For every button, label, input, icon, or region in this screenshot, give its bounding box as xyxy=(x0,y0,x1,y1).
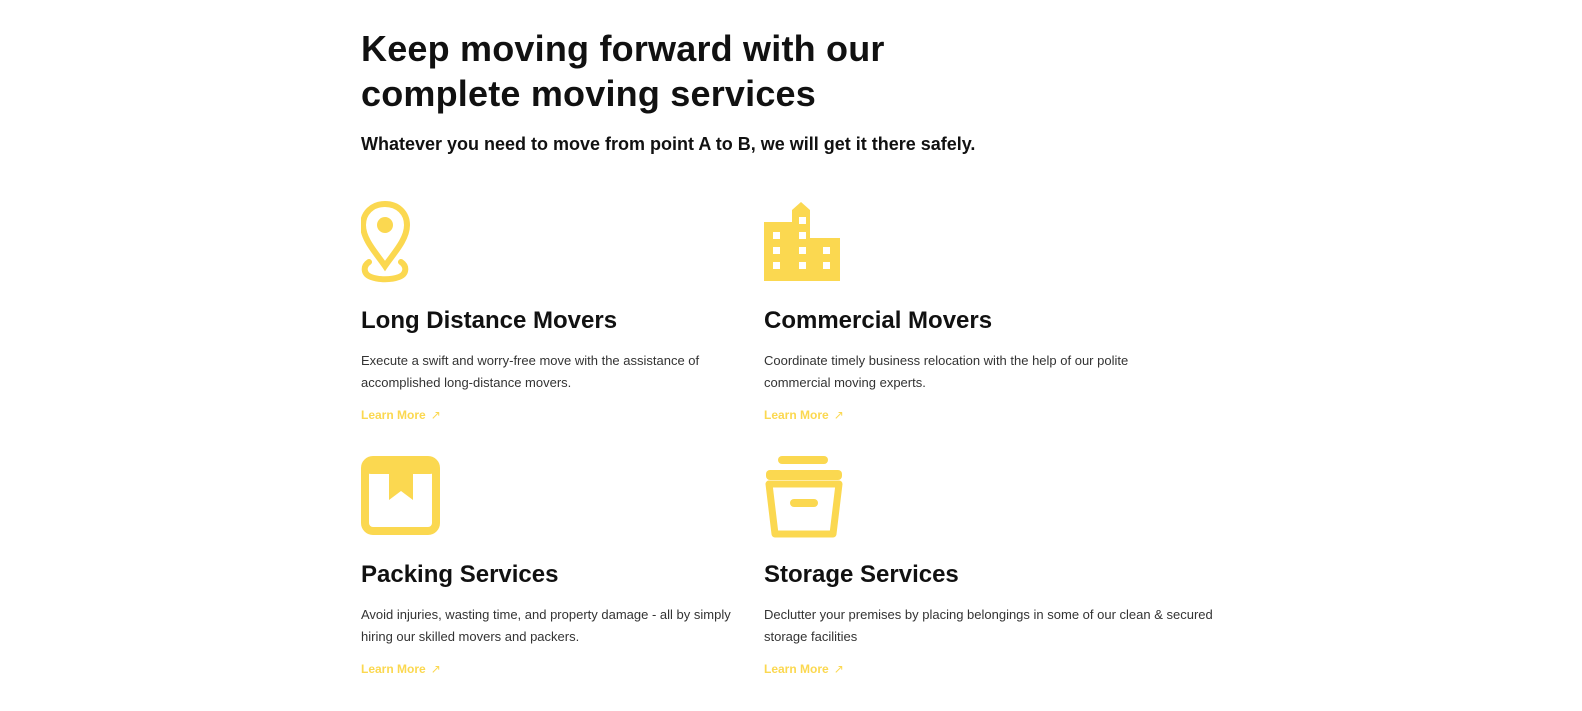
learn-more-label: Learn More xyxy=(764,408,829,422)
service-description: Execute a swift and worry-free move with… xyxy=(361,353,700,390)
service-card-long-distance: Long Distance Movers Execute a swift and… xyxy=(361,200,761,440)
learn-more-link[interactable]: Learn More ↗ xyxy=(361,661,441,677)
arrow-up-right-icon: ↗ xyxy=(833,408,844,422)
archive-icon xyxy=(765,456,843,538)
service-description: Avoid injuries, wasting time, and proper… xyxy=(361,607,731,644)
service-card-storage: Storage Services Declutter your premises… xyxy=(764,454,1213,694)
learn-more-link[interactable]: Learn More ↗ xyxy=(764,661,844,677)
arrow-up-right-icon: ↗ xyxy=(430,662,441,676)
service-title: Packing Services xyxy=(361,561,559,588)
learn-more-link[interactable]: Learn More ↗ xyxy=(764,407,844,423)
service-card-packing: Packing Services Avoid injuries, wasting… xyxy=(361,454,761,694)
service-card-commercial: Commercial Movers Coordinate timely busi… xyxy=(764,200,1164,440)
learn-more-link[interactable]: Learn More ↗ xyxy=(361,407,441,423)
arrow-up-right-icon: ↗ xyxy=(430,408,441,422)
service-title: Commercial Movers xyxy=(764,307,993,334)
learn-more-label: Learn More xyxy=(361,662,426,676)
learn-more-label: Learn More xyxy=(361,408,426,422)
service-title: Long Distance Movers xyxy=(361,307,618,334)
section-subheading: Whatever you need to move from point A t… xyxy=(361,134,976,154)
service-title: Storage Services xyxy=(764,561,959,588)
section-heading: Keep moving forward with our complete mo… xyxy=(361,28,885,114)
arrow-up-right-icon: ↗ xyxy=(833,662,844,676)
building-icon xyxy=(764,202,840,281)
learn-more-label: Learn More xyxy=(764,662,829,676)
service-description: Coordinate timely business relocation wi… xyxy=(764,353,1129,390)
box-icon xyxy=(361,456,440,535)
service-description: Declutter your premises by placing belon… xyxy=(764,607,1213,644)
map-pin-icon xyxy=(361,200,411,283)
